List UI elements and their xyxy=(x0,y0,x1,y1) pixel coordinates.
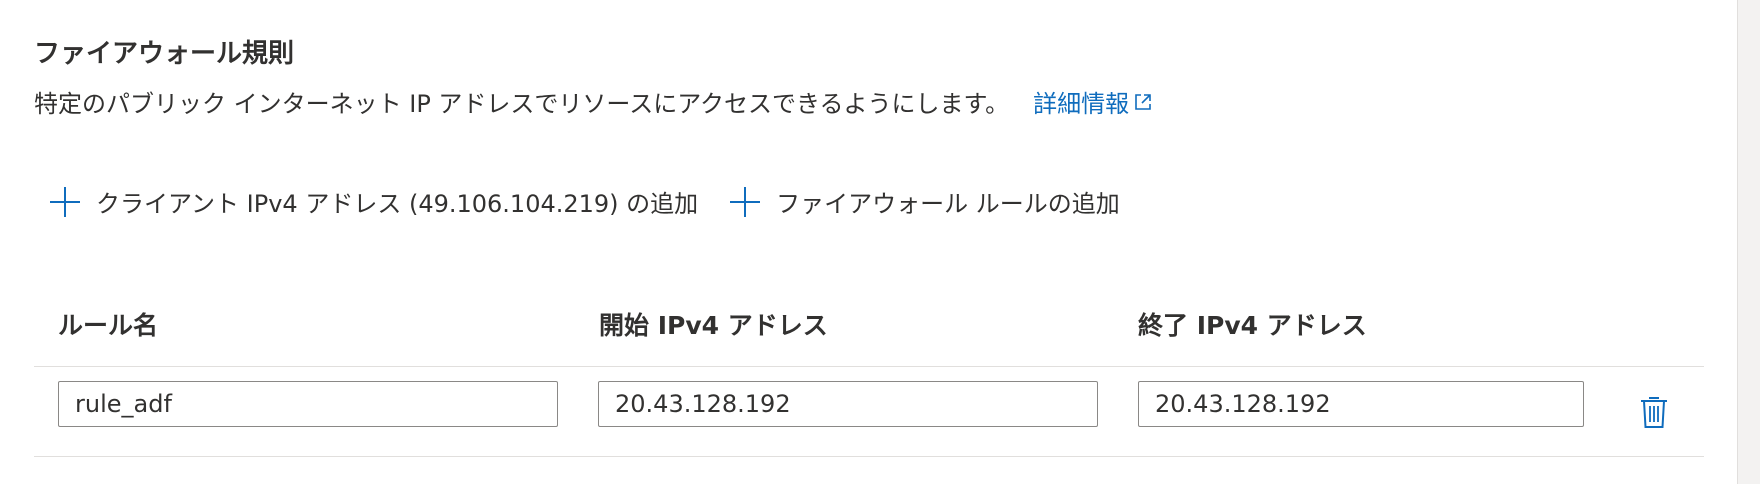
add-client-ip-button[interactable]: クライアント IPv4 アドレス (49.106.104.219) の追加 xyxy=(48,184,698,219)
table-row-divider xyxy=(34,456,1704,457)
external-link-icon xyxy=(1135,93,1151,110)
add-firewall-rule-label: ファイアウォール ルールの追加 xyxy=(776,190,1120,218)
table-header-divider xyxy=(34,366,1704,367)
column-header-end-ip: 終了 IPv4 アドレス xyxy=(1138,311,1367,340)
add-firewall-rule-button[interactable]: ファイアウォール ルールの追加 xyxy=(728,184,1120,219)
vertical-scrollbar[interactable] xyxy=(1737,0,1760,484)
delete-rule-button[interactable] xyxy=(1638,394,1670,430)
trash-icon xyxy=(1641,397,1667,428)
section-description: 特定のパブリック インターネット IP アドレスでリソースにアクセスできるように… xyxy=(34,84,1153,119)
column-header-rule-name: ルール名 xyxy=(58,311,159,340)
action-bar: クライアント IPv4 アドレス (49.106.104.219) の追加 ファ… xyxy=(48,184,1120,219)
plus-icon xyxy=(730,186,761,217)
learn-more-link[interactable]: 詳細情報 xyxy=(1033,84,1153,119)
learn-more-label: 詳細情報 xyxy=(1033,90,1130,118)
description-text: 特定のパブリック インターネット IP アドレスでリソースにアクセスできるように… xyxy=(34,90,1010,118)
section-title: ファイアウォール規則 xyxy=(34,39,295,69)
plus-icon xyxy=(50,186,80,217)
end-ip-input[interactable] xyxy=(1138,381,1584,427)
rule-name-input[interactable] xyxy=(58,381,558,427)
add-client-ip-label: クライアント IPv4 アドレス (49.106.104.219) の追加 xyxy=(96,190,699,218)
column-header-start-ip: 開始 IPv4 アドレス xyxy=(599,311,828,340)
start-ip-input[interactable] xyxy=(598,381,1098,427)
